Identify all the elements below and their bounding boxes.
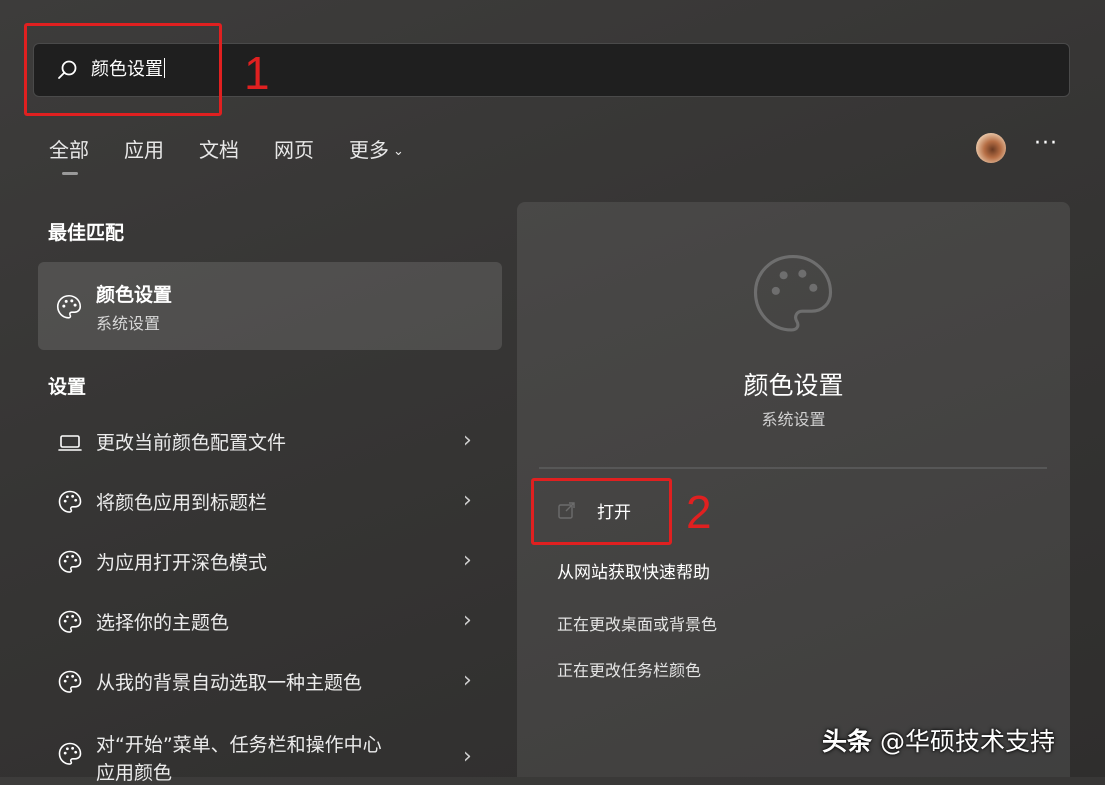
list-item-change-color-profile[interactable]: 更改当前颜色配置文件 ›	[38, 412, 502, 470]
chevron-right-icon: ›	[463, 668, 472, 693]
tab-documents[interactable]: 文档	[199, 137, 239, 163]
annotation-number-2: 2	[686, 486, 712, 538]
detail-subtitle: 系统设置	[761, 410, 826, 429]
help-link[interactable]: 从网站获取快速帮助	[557, 558, 710, 583]
related-link-desktop-background[interactable]: 正在更改桌面或背景色	[557, 611, 717, 635]
annotation-box-2	[531, 478, 672, 545]
chevron-right-icon: ›	[463, 744, 472, 769]
settings-heading: 设置	[48, 376, 87, 398]
tab-web[interactable]: 网页	[274, 137, 314, 163]
annotation-number-1: 1	[244, 47, 270, 99]
list-item-label: 选择你的主题色	[96, 612, 230, 634]
detail-title: 颜色设置	[743, 371, 844, 400]
tab-more[interactable]: 更多 ⌄	[349, 137, 404, 165]
chevron-right-icon: ›	[463, 428, 472, 453]
best-match-title: 颜色设置	[96, 284, 173, 306]
list-item-label: 对“开始”菜单、任务栏和操作中心	[96, 734, 382, 756]
tab-more-label: 更多	[349, 138, 389, 162]
palette-icon	[58, 610, 82, 633]
palette-icon	[753, 254, 833, 332]
palette-icon	[56, 294, 82, 319]
annotation-box-1	[24, 23, 222, 116]
best-match-result[interactable]: 颜色设置 系统设置	[38, 262, 502, 350]
chevron-down-icon: ⌄	[393, 144, 404, 159]
laptop-icon	[58, 435, 82, 451]
palette-icon	[58, 490, 82, 513]
best-match-subtitle: 系统设置	[96, 314, 161, 333]
watermark-handle: @华硕技术支持	[879, 727, 1055, 756]
chevron-right-icon: ›	[463, 488, 472, 513]
divider	[539, 467, 1047, 469]
list-item-accent-color[interactable]: 选择你的主题色 ›	[38, 592, 502, 650]
more-options-button[interactable]: ···	[1034, 131, 1058, 156]
list-item-auto-accent[interactable]: 从我的背景自动选取一种主题色 ›	[38, 652, 502, 710]
list-item-label-line2: 应用颜色	[96, 762, 173, 784]
list-item-label: 从我的背景自动选取一种主题色	[96, 672, 363, 694]
list-item-label: 将颜色应用到标题栏	[96, 492, 268, 514]
list-item-dark-mode[interactable]: 为应用打开深色模式 ›	[38, 532, 502, 590]
chevron-right-icon: ›	[463, 608, 472, 633]
list-item-label: 为应用打开深色模式	[96, 552, 268, 574]
watermark-brand: 头条	[822, 727, 873, 756]
related-link-taskbar-color[interactable]: 正在更改任务栏颜色	[557, 657, 701, 681]
avatar[interactable]	[976, 133, 1006, 163]
best-match-heading: 最佳匹配	[48, 222, 125, 244]
palette-icon	[58, 550, 82, 573]
list-item-label: 更改当前颜色配置文件	[96, 432, 287, 454]
tab-all[interactable]: 全部	[49, 137, 89, 163]
palette-icon	[58, 742, 82, 765]
tab-apps[interactable]: 应用	[124, 137, 164, 163]
watermark: 头条 @华硕技术支持	[822, 722, 1055, 758]
palette-icon	[58, 670, 82, 693]
chevron-right-icon: ›	[463, 548, 472, 573]
active-tab-indicator	[62, 172, 78, 175]
list-item-titlebar-color[interactable]: 将颜色应用到标题栏 ›	[38, 472, 502, 530]
list-item-start-taskbar-color[interactable]: 对“开始”菜单、任务栏和操作中心 应用颜色 ›	[38, 722, 502, 784]
